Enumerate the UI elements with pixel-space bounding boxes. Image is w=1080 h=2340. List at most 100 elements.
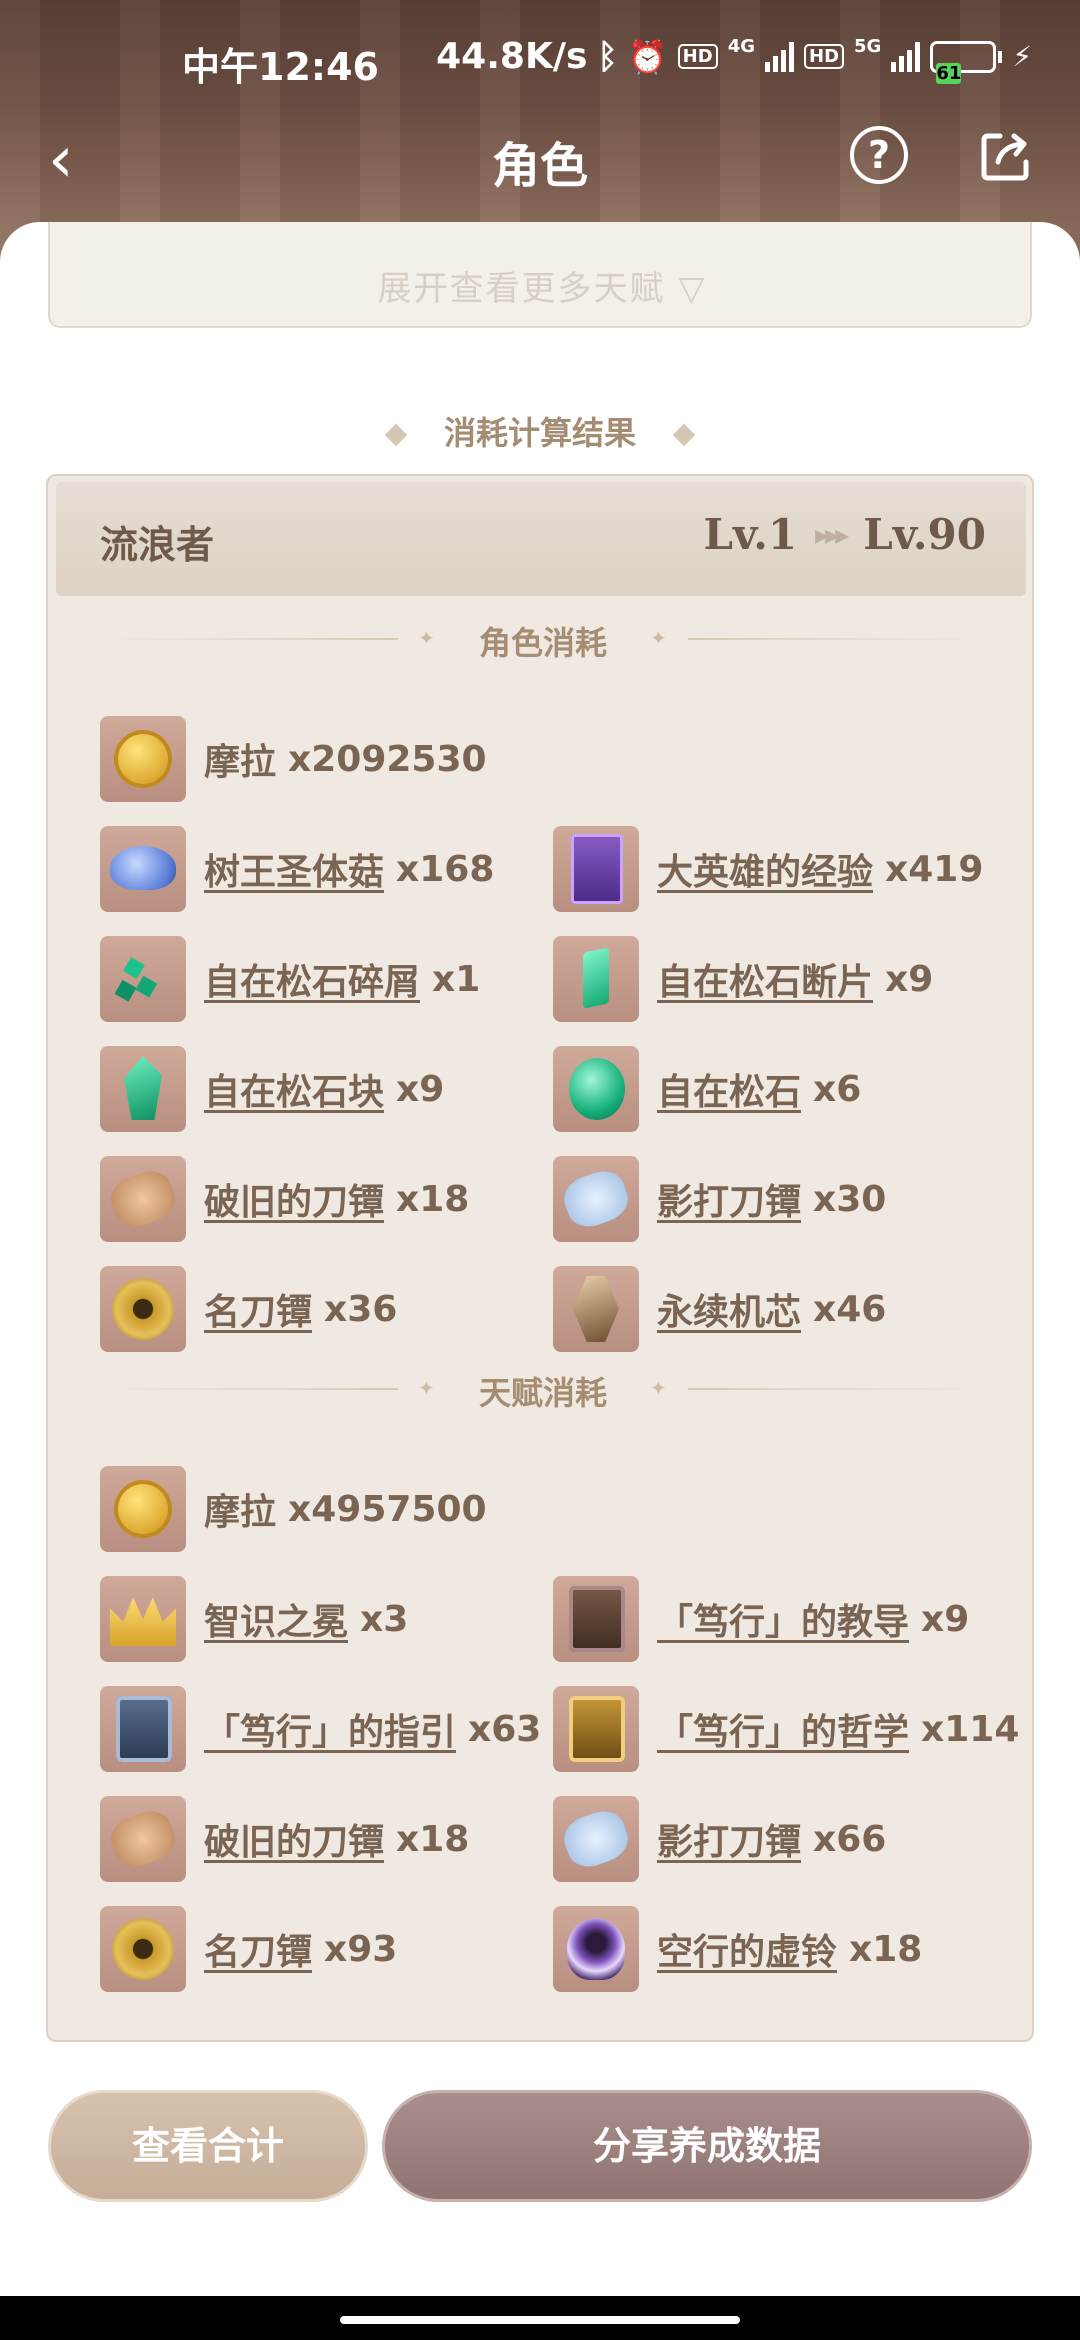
kageuchi-handguard-icon [553,1796,639,1882]
teachings-book-icon [553,1576,639,1662]
expand-talents-label: 展开查看更多天赋 ▽ [377,269,707,309]
item-qty: x1 [432,958,481,1000]
item-qty: x419 [885,848,984,890]
item-name[interactable]: 名刀镡 [204,1923,312,1975]
item-name[interactable]: 自在松石块 [204,1063,384,1115]
list-item[interactable]: 名刀镡 x93 [100,1906,397,1992]
help-icon[interactable]: ? [850,126,908,184]
item-qty: x36 [324,1288,398,1330]
item-name[interactable]: 名刀镡 [204,1283,312,1335]
diamond-icon [672,423,696,447]
mushroom-icon [100,826,186,912]
item-name[interactable]: 「笃行」的指引 [204,1703,456,1755]
list-item[interactable]: 影打刀镡 x30 [553,1156,886,1242]
hd-badge-1: HD [677,44,718,69]
net-type-1: 4G [727,36,755,57]
list-item[interactable]: 破旧的刀镡 x18 [100,1156,469,1242]
perpetual-caliber-icon [553,1266,639,1352]
share-icon[interactable] [978,128,1034,184]
item-name[interactable]: 自在松石断片 [657,953,873,1005]
status-time: 中午12:46 [182,45,379,89]
view-total-button[interactable]: 查看合计 [48,2090,368,2202]
list-item[interactable]: 名刀镡 x36 [100,1266,397,1352]
kageuchi-handguard-icon [553,1156,639,1242]
level-from: Lv.1 [703,510,798,559]
hd-badge-2: HD [804,44,845,69]
item-name[interactable]: 影打刀镡 [657,1813,801,1865]
list-item[interactable]: 影打刀镡 x66 [553,1796,886,1882]
character-cost-label: 角色消耗 [478,624,607,662]
top-nav: ‹ 角色 ? [0,120,1080,220]
list-item[interactable]: 自在松石 x6 [553,1046,861,1132]
old-handguard-icon [100,1796,186,1882]
alarm-icon: ⏰ [627,37,668,76]
philosophies-book-icon [553,1686,639,1772]
item-qty: x2092530 [288,738,487,780]
item-qty: x66 [813,1818,887,1860]
gem-sliver-icon [100,936,186,1022]
item-qty: x46 [813,1288,887,1330]
item-name[interactable]: 大英雄的经验 [657,843,873,895]
item-qty: x18 [396,1818,470,1860]
list-item[interactable]: 破旧的刀镡 x18 [100,1796,469,1882]
item-name[interactable]: 永续机芯 [657,1283,801,1335]
talent-cost-divider: ✦ ✦ 天赋消耗 [108,1368,978,1412]
list-item[interactable]: 「笃行」的哲学 x114 [553,1686,1019,1772]
guide-book-icon [100,1686,186,1772]
talent-cost-label: 天赋消耗 [478,1374,607,1412]
net-type-2: 5G [854,36,882,57]
famed-handguard-icon [100,1266,186,1352]
list-item[interactable]: 永续机芯 x46 [553,1266,886,1352]
item-name[interactable]: 「笃行」的教导 [657,1593,909,1645]
item-name[interactable]: 破旧的刀镡 [204,1813,384,1865]
item-qty: x18 [396,1178,470,1220]
old-handguard-icon [100,1156,186,1242]
book-icon [553,826,639,912]
content-sheet: 展开查看更多天赋 ▽ 消耗计算结果 流浪者 Lv.1 ▸▸▸ Lv.90 ✦ ✦… [0,222,1080,2340]
list-item[interactable]: 自在松石碎屑 x1 [100,936,480,1022]
list-item[interactable]: 「笃行」的指引 x63 [100,1686,541,1772]
gem-chunk-icon [100,1046,186,1132]
character-name: 流浪者 [100,523,215,567]
item-qty: x6 [813,1068,862,1110]
item-name[interactable]: 自在松石 [657,1063,801,1115]
list-item: 摩拉 x4957500 [100,1466,487,1552]
result-heading: 消耗计算结果 [0,408,1080,454]
list-item[interactable]: 大英雄的经验 x419 [553,826,983,912]
expand-talents-box[interactable]: 展开查看更多天赋 ▽ [48,222,1032,328]
bell-icon [553,1906,639,1992]
item-name: 摩拉 [204,742,277,783]
share-data-button[interactable]: 分享养成数据 [382,2090,1032,2202]
item-name[interactable]: 自在松石碎屑 [204,953,420,1005]
item-qty: x4957500 [288,1488,487,1530]
item-qty: x3 [360,1598,409,1640]
item-qty: x18 [849,1928,923,1970]
list-item[interactable]: 「笃行」的教导 x9 [553,1576,969,1662]
item-name[interactable]: 影打刀镡 [657,1173,801,1225]
character-cost-divider: ✦ ✦ 角色消耗 [108,618,978,662]
item-name[interactable]: 空行的虚铃 [657,1923,837,1975]
item-qty: x93 [324,1928,398,1970]
list-item[interactable]: 空行的虚铃 x18 [553,1906,922,1992]
item-qty: x114 [921,1708,1020,1750]
item-qty: x63 [468,1708,542,1750]
level-to: Lv.90 [863,510,986,559]
list-item[interactable]: 智识之冕 x3 [100,1576,408,1662]
gemstone-icon [553,1046,639,1132]
mora-icon [100,1466,186,1552]
battery-level: 61 [936,62,962,84]
item-qty: x9 [921,1598,970,1640]
item-name[interactable]: 「笃行」的哲学 [657,1703,909,1755]
arrows-icon: ▸▸▸ [815,518,849,551]
gem-fragment-icon [553,936,639,1022]
item-name[interactable]: 智识之冕 [204,1593,348,1645]
home-indicator[interactable] [340,2316,740,2324]
item-qty: x9 [885,958,934,1000]
list-item[interactable]: 自在松石断片 x9 [553,936,933,1022]
list-item[interactable]: 自在松石块 x9 [100,1046,444,1132]
list-item[interactable]: 树王圣体菇 x168 [100,826,494,912]
item-qty: x168 [396,848,495,890]
signal-icon-2 [891,41,921,72]
item-name[interactable]: 树王圣体菇 [204,843,384,895]
item-name[interactable]: 破旧的刀镡 [204,1173,384,1225]
